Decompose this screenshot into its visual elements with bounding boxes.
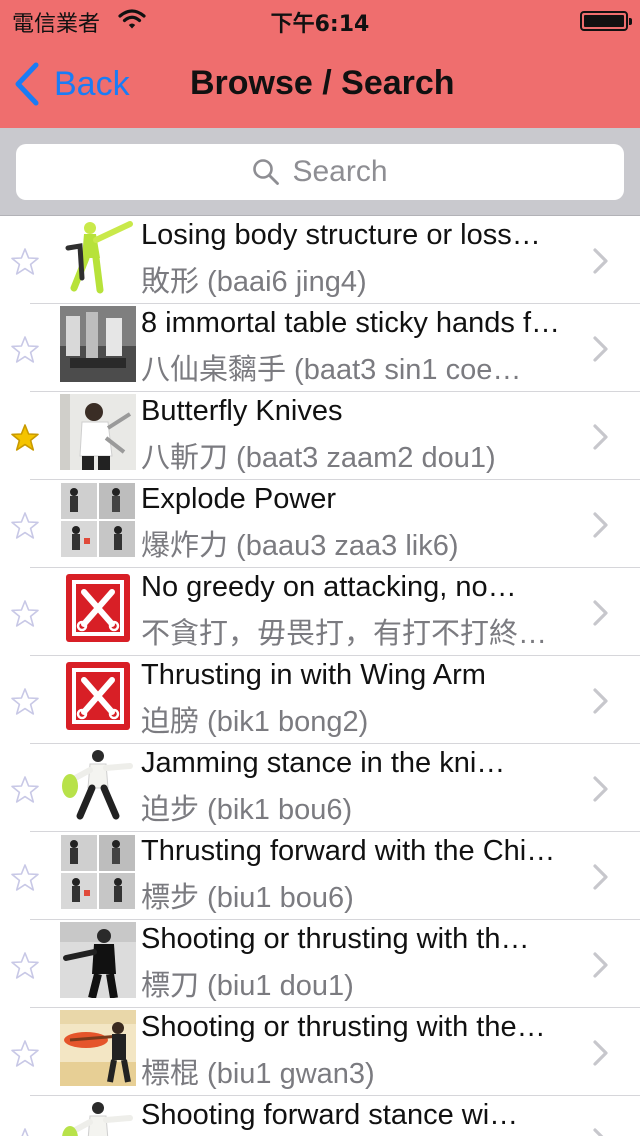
back-label: Back xyxy=(54,64,130,103)
item-title: 8 immortal table sticky hands f… xyxy=(141,307,561,339)
item-subtitle: 八仙桌黐手 (baat3 sin1 coe… xyxy=(141,354,522,386)
item-title: Shooting or thrusting with the… xyxy=(141,1011,546,1043)
item-subtitle: 爆炸力 (baau3 zaa3 lik6) xyxy=(141,530,459,562)
item-subtitle: 標步 (biu1 bou6) xyxy=(141,882,354,914)
list-item[interactable]: Shooting or thrusting with the… 標棍 (biu1 … xyxy=(0,1008,640,1096)
thumbnail-image xyxy=(60,482,136,558)
star-outline-icon[interactable] xyxy=(10,687,40,717)
item-subtitle: 八斬刀 (baat3 zaam2 dou1) xyxy=(141,442,496,474)
thumbnail-image xyxy=(60,746,136,822)
chevron-left-icon xyxy=(15,62,39,106)
item-subtitle: 迫步 (bik1 bou6) xyxy=(141,794,353,826)
search-input[interactable]: Search xyxy=(16,144,624,200)
list-item[interactable]: Explode Power 爆炸力 (baau3 zaa3 lik6) xyxy=(0,480,640,568)
item-title: Thrusting in with Wing Arm xyxy=(141,659,486,691)
chevron-right-icon xyxy=(593,424,608,450)
item-subtitle: 標棍 (biu1 gwan3) xyxy=(141,1058,375,1090)
star-outline-icon[interactable] xyxy=(10,951,40,981)
star-outline-icon[interactable] xyxy=(10,775,40,805)
chevron-right-icon xyxy=(593,864,608,890)
thumbnail-image xyxy=(60,834,136,910)
search-placeholder: Search xyxy=(292,155,388,188)
star-filled-icon[interactable] xyxy=(10,423,40,453)
battery-icon xyxy=(580,11,632,31)
star-outline-icon[interactable] xyxy=(10,599,40,629)
search-bar: Search xyxy=(0,128,640,216)
thumbnail-image xyxy=(60,394,136,470)
chevron-right-icon xyxy=(593,1040,608,1066)
chevron-right-icon xyxy=(593,600,608,626)
item-title: Shooting or thrusting with th… xyxy=(141,923,530,955)
item-title: Explode Power xyxy=(141,483,337,515)
star-outline-icon[interactable] xyxy=(10,863,40,893)
star-outline-icon[interactable] xyxy=(10,247,40,277)
chevron-right-icon xyxy=(593,688,608,714)
item-subtitle: 敗形 (baai6 jing4) xyxy=(141,266,367,298)
item-subtitle: 標刀 (biu1 dou1) xyxy=(141,970,354,1002)
list-item[interactable]: Thrusting forward with the Chi… 標步 (biu1 … xyxy=(0,832,640,920)
search-icon xyxy=(253,159,280,185)
results-list: Losing body structure or loss… 敗形 (baai6 … xyxy=(0,216,640,1136)
list-item[interactable]: 8 immortal table sticky hands f… 八仙桌黐手 (b… xyxy=(0,304,640,392)
item-title: Butterfly Knives xyxy=(141,395,343,427)
item-title: Thrusting forward with the Chi… xyxy=(141,835,556,867)
chevron-right-icon xyxy=(593,1128,604,1136)
chevron-right-icon xyxy=(593,248,608,274)
star-outline-icon[interactable] xyxy=(10,1127,40,1136)
item-title: No greedy on attacking, no… xyxy=(141,571,517,603)
item-subtitle: 迫膀 (bik1 bong2) xyxy=(141,706,369,738)
thumbnail-image xyxy=(60,570,136,646)
back-button[interactable]: Back xyxy=(14,60,130,108)
item-title: Shooting forward stance wi… xyxy=(141,1099,519,1131)
thumbnail-image xyxy=(60,218,136,294)
thumbnail-image xyxy=(60,306,136,382)
star-outline-icon[interactable] xyxy=(10,511,40,541)
status-time: 下午6:14 xyxy=(270,12,370,37)
thumbnail-image xyxy=(60,1010,136,1086)
thumbnail-image xyxy=(60,1098,136,1136)
chevron-right-icon xyxy=(593,512,608,538)
chevron-right-icon xyxy=(593,336,608,362)
navigation-bar: 電信業者 下午6:14 Back Browse / Search xyxy=(0,0,640,128)
list-item[interactable]: Jamming stance in the kni… 迫步 (bik1 bou6) xyxy=(0,744,640,832)
star-outline-icon[interactable] xyxy=(10,1039,40,1069)
list-item[interactable]: Losing body structure or loss… 敗形 (baai6 … xyxy=(0,216,640,304)
thumbnail-image xyxy=(60,658,136,734)
chevron-right-icon xyxy=(593,952,608,978)
list-item[interactable]: Thrusting in with Wing Arm 迫膀 (bik1 bong2… xyxy=(0,656,640,744)
item-subtitle: 不貪打，毋畏打，有打不打終… xyxy=(141,618,548,650)
star-outline-icon[interactable] xyxy=(10,335,40,365)
status-bar: 電信業者 下午6:14 xyxy=(0,0,640,40)
page-title: Browse / Search xyxy=(190,64,455,102)
list-item[interactable]: Butterfly Knives 八斬刀 (baat3 zaam2 dou1) xyxy=(0,392,640,480)
chevron-right-icon xyxy=(593,776,608,802)
item-title: Jamming stance in the kni… xyxy=(141,747,506,779)
list-item[interactable]: No greedy on attacking, no… 不貪打，毋畏打，有打不打終… xyxy=(0,568,640,656)
list-item[interactable]: Shooting forward stance wi… xyxy=(0,1096,640,1136)
item-title: Losing body structure or loss… xyxy=(141,219,541,251)
list-item[interactable]: Shooting or thrusting with th… 標刀 (biu1 d… xyxy=(0,920,640,1008)
thumbnail-image xyxy=(60,922,136,998)
